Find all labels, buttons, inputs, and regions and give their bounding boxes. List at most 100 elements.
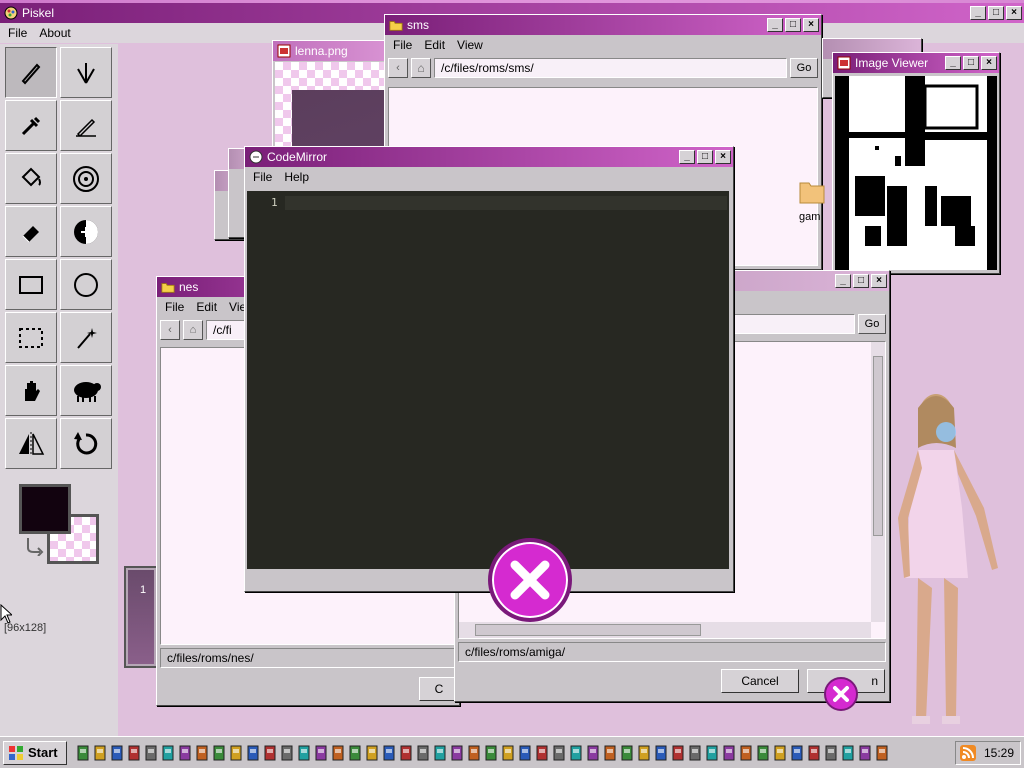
folder-icon[interactable] [799, 178, 825, 204]
start-button[interactable]: Start [3, 740, 67, 765]
close-button[interactable]: × [1006, 6, 1022, 20]
taskbar-app-icon[interactable] [636, 744, 652, 762]
taskbar-app-icon[interactable] [245, 744, 261, 762]
taskbar-app-icon[interactable] [279, 744, 295, 762]
taskbar-app-icon[interactable] [109, 744, 125, 762]
taskbar-app-icon[interactable] [483, 744, 499, 762]
back-button[interactable]: ‹ [388, 58, 408, 78]
magic-wand-tool[interactable] [60, 312, 112, 363]
flip-tool[interactable] [5, 418, 57, 469]
minimize-button[interactable]: _ [767, 18, 783, 32]
taskbar-app-icon[interactable] [602, 744, 618, 762]
taskbar-app-icon[interactable] [687, 744, 703, 762]
taskbar-app-icon[interactable] [92, 744, 108, 762]
lighten-tool[interactable] [60, 206, 112, 257]
circle-tool[interactable] [60, 259, 112, 310]
home-button[interactable]: ⌂ [183, 320, 203, 340]
close-button[interactable]: × [981, 56, 997, 70]
taskbar-app-icon[interactable] [517, 744, 533, 762]
taskbar-app-icon[interactable] [75, 744, 91, 762]
close-button[interactable]: × [715, 150, 731, 164]
scrollbar-thumb[interactable] [873, 356, 883, 536]
hand-tool[interactable] [5, 365, 57, 416]
frame-thumbnail[interactable]: 1 [124, 566, 158, 668]
taskbar-app-icon[interactable] [789, 744, 805, 762]
taskbar-app-icon[interactable] [738, 744, 754, 762]
taskbar-app-icon[interactable] [874, 744, 890, 762]
taskbar-app-icon[interactable] [194, 744, 210, 762]
menu-view[interactable]: View [451, 38, 489, 52]
taskbar-app-icon[interactable] [177, 744, 193, 762]
taskbar-app-icon[interactable] [500, 744, 516, 762]
horizontal-scrollbar[interactable] [459, 622, 871, 638]
menu-help[interactable]: Help [278, 170, 315, 184]
go-button[interactable]: Go [858, 314, 886, 334]
menu-file[interactable]: File [247, 170, 278, 184]
taskbar-app-icon[interactable] [721, 744, 737, 762]
taskbar-app-icon[interactable] [211, 744, 227, 762]
taskbar-app-icon[interactable] [330, 744, 346, 762]
home-button[interactable]: ⌂ [411, 58, 431, 78]
menu-edit[interactable]: Edit [190, 300, 223, 314]
minimize-button[interactable]: _ [945, 56, 961, 70]
taskbar-app-icon[interactable] [568, 744, 584, 762]
close-badge-icon[interactable] [488, 538, 572, 622]
minimize-button[interactable]: _ [835, 274, 851, 288]
pen-tool[interactable] [5, 47, 57, 98]
mirror-pen-tool[interactable] [60, 47, 112, 98]
taskbar-app-icon[interactable] [755, 744, 771, 762]
codemirror-titlebar[interactable]: CodeMirror _ □ × [245, 147, 733, 167]
taskbar-app-icon[interactable] [670, 744, 686, 762]
taskbar-app-icon[interactable] [126, 744, 142, 762]
clock[interactable]: 15:29 [984, 746, 1014, 760]
minimize-button[interactable]: _ [970, 6, 986, 20]
rectangle-tool[interactable] [5, 259, 57, 310]
minimize-button[interactable]: _ [679, 150, 695, 164]
rect-select-tool[interactable] [5, 312, 57, 363]
taskbar-app-icon[interactable] [347, 744, 363, 762]
taskbar-app-icon[interactable] [653, 744, 669, 762]
sms-titlebar[interactable]: sms _ □ × [385, 15, 821, 35]
hscrollbar-thumb[interactable] [475, 624, 701, 636]
small-close-badge-icon[interactable] [824, 677, 858, 711]
taskbar-app-icon[interactable] [432, 744, 448, 762]
taskbar-app-icon[interactable] [313, 744, 329, 762]
rss-icon[interactable] [960, 745, 976, 761]
maximize-button[interactable]: □ [697, 150, 713, 164]
paint-bucket-tool[interactable] [5, 153, 57, 204]
folder-label[interactable]: gam [799, 211, 820, 223]
sms-path-input[interactable]: /c/files/roms/sms/ [434, 58, 787, 78]
spray-tool[interactable] [60, 153, 112, 204]
swap-colors-icon[interactable] [24, 536, 46, 556]
taskbar-app-icon[interactable] [840, 744, 856, 762]
vertical-scrollbar[interactable] [871, 342, 885, 622]
primary-color-swatch[interactable] [19, 484, 71, 534]
go-button[interactable]: Go [790, 58, 818, 78]
taskbar-app-icon[interactable] [619, 744, 635, 762]
taskbar-app-icon[interactable] [296, 744, 312, 762]
maximize-button[interactable]: □ [963, 56, 979, 70]
pipette-tool[interactable] [5, 100, 57, 151]
taskbar-app-icon[interactable] [466, 744, 482, 762]
image-viewer-titlebar[interactable]: Image Viewer _ □ × [833, 53, 999, 73]
taskbar-app-icon[interactable] [449, 744, 465, 762]
taskbar-app-icon[interactable] [704, 744, 720, 762]
taskbar-app-icon[interactable] [364, 744, 380, 762]
taskbar-app-icon[interactable] [398, 744, 414, 762]
taskbar-app-icon[interactable] [857, 744, 873, 762]
cancel-button[interactable]: C [419, 677, 459, 701]
taskbar-app-icon[interactable] [381, 744, 397, 762]
back-button[interactable]: ‹ [160, 320, 180, 340]
menu-edit[interactable]: Edit [418, 38, 451, 52]
rotate-tool[interactable] [60, 418, 112, 469]
taskbar-app-icon[interactable] [228, 744, 244, 762]
maximize-button[interactable]: □ [988, 6, 1004, 20]
taskbar-app-icon[interactable] [534, 744, 550, 762]
codemirror-window[interactable]: CodeMirror _ □ × File Help 1 [244, 146, 734, 592]
maximize-button[interactable]: □ [853, 274, 869, 288]
taskbar-app-icon[interactable] [806, 744, 822, 762]
taskbar-app-icon[interactable] [772, 744, 788, 762]
menu-file[interactable]: File [2, 26, 33, 40]
close-button[interactable]: × [803, 18, 819, 32]
code-editor[interactable]: 1 [247, 191, 729, 569]
